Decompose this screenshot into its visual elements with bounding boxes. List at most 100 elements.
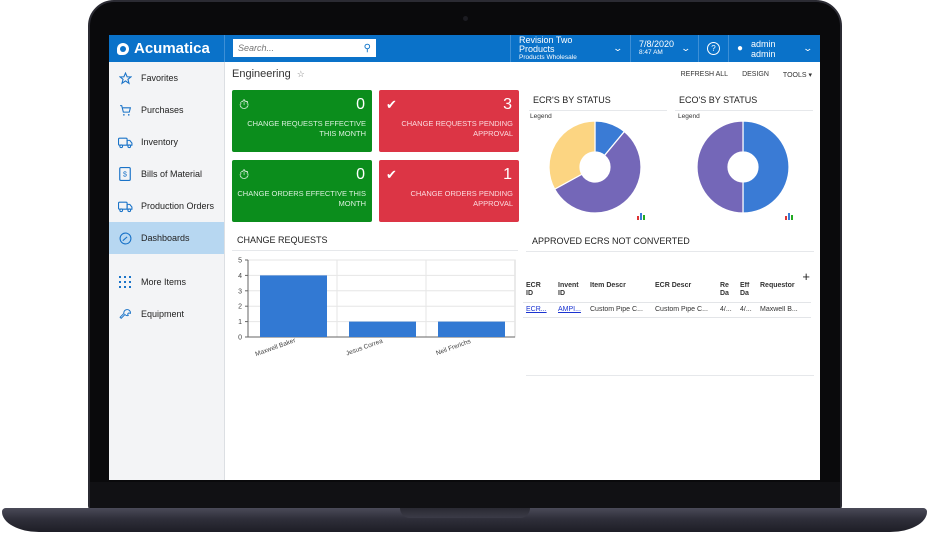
- y-tick-label: 3: [238, 288, 242, 295]
- table-cell: 4/...: [720, 305, 732, 313]
- bar[interactable]: [438, 321, 505, 337]
- column-header[interactable]: Requestor: [757, 282, 809, 299]
- badge-check-icon: ✔: [386, 97, 397, 112]
- legend-toggle[interactable]: Legend: [678, 113, 700, 120]
- dashboard-toolbar: REFRESH ALL DESIGN TOOLS ▾: [681, 71, 812, 79]
- top-bar: Acumatica ⚲ Revision Two Products Produc…: [109, 35, 820, 62]
- date-selector[interactable]: 7/8/2020 8:47 AM ⌄: [630, 35, 698, 62]
- chevron-down-icon: ⌄: [612, 43, 624, 53]
- pie-slice[interactable]: [696, 120, 744, 214]
- tile-label: CHANGE REQUESTS PENDING APPROVAL: [401, 119, 513, 138]
- x-tick-label: Maxwell Baker: [254, 337, 297, 358]
- user-menu[interactable]: ● admin admin ⌄: [728, 35, 820, 62]
- legend-toggle[interactable]: Legend: [530, 113, 552, 120]
- column-header-line: Da: [720, 290, 729, 298]
- table-row[interactable]: ECR... AMPI... Custom Pipe C... Custom Pipe…: [523, 303, 811, 319]
- table-cell: Custom Pipe C...: [590, 305, 643, 313]
- sidebar-item-bills-of-material[interactable]: $ Bills of Material: [109, 158, 224, 190]
- y-tick-label: 4: [238, 273, 242, 280]
- column-header-line: Invent: [558, 282, 579, 289]
- sidebar-item-more-items[interactable]: More Items: [109, 266, 224, 298]
- cell-link[interactable]: ECR...: [523, 306, 555, 314]
- company-selector[interactable]: Revision Two Products Products Wholesale…: [510, 35, 630, 62]
- badge-check-icon: ✔: [386, 167, 397, 182]
- svg-text:$: $: [123, 171, 127, 178]
- x-tick-label: Jesus Correa: [345, 338, 384, 358]
- app-screen: Acumatica ⚲ Revision Two Products Produc…: [109, 35, 820, 480]
- search-box[interactable]: ⚲: [233, 39, 376, 57]
- column-header-line: ID: [558, 290, 565, 298]
- tile-value: 0: [356, 166, 365, 183]
- star-icon: [117, 70, 133, 86]
- caret-down-icon: ▾: [808, 72, 812, 79]
- tile-value: 0: [356, 96, 365, 113]
- tile-co-effective[interactable]: ⏱ 0 CHANGE ORDERS EFFECTIVE THIS MONTH: [232, 160, 372, 222]
- refresh-all-button[interactable]: REFRESH ALL: [681, 71, 728, 79]
- user-name: admin admin: [751, 38, 776, 59]
- sidebar-item-dashboards[interactable]: Dashboards: [109, 222, 224, 254]
- tile-cr-effective[interactable]: ⏱ 0 CHANGE REQUESTS EFFECTIVE THIS MONTH: [232, 90, 372, 152]
- divider: [529, 110, 667, 111]
- laptop-chin: [90, 482, 840, 508]
- pie-slice[interactable]: [742, 120, 790, 214]
- cart-icon: [117, 102, 133, 118]
- branch-name: Products Wholesale: [519, 53, 577, 61]
- column-header[interactable]: ECR ID: [523, 282, 555, 299]
- pie-slice[interactable]: [548, 120, 596, 190]
- sidebar-item-equipment[interactable]: Equipment: [109, 298, 224, 330]
- tile-value: 1: [503, 166, 512, 183]
- column-header-line: Eff: [740, 282, 750, 289]
- bar[interactable]: [349, 321, 416, 337]
- sidebar-item-label: Equipment: [141, 309, 185, 319]
- ecr-status-title: ECR'S BY STATUS: [533, 95, 611, 105]
- chart-type-icon[interactable]: [785, 212, 793, 220]
- search-icon[interactable]: ⚲: [364, 43, 371, 54]
- tile-co-pending[interactable]: ✔ 1 CHANGE ORDERS PENDING APPROVAL: [379, 160, 519, 222]
- grid-body: ECR... AMPI... Custom Pipe C... Custom Pipe…: [523, 303, 811, 319]
- column-header-line: ECR Descr: [655, 282, 692, 289]
- tile-cr-pending[interactable]: ✔ 3 CHANGE REQUESTS PENDING APPROVAL: [379, 90, 519, 152]
- column-header[interactable]: Eff Da: [737, 282, 757, 299]
- user-icon: ●: [737, 43, 744, 54]
- table-cell: 4/...: [740, 305, 752, 313]
- ecr-status-pie: [548, 120, 642, 214]
- gauge-icon: [117, 230, 133, 246]
- page-title: Engineering ☆: [232, 68, 305, 80]
- design-button[interactable]: DESIGN: [742, 71, 769, 79]
- favorite-star-icon[interactable]: ☆: [297, 69, 305, 80]
- sidebar-item-label: Bills of Material: [141, 169, 203, 179]
- bar[interactable]: [260, 275, 327, 337]
- laptop-notch: [400, 508, 530, 518]
- tile-label: CHANGE ORDERS EFFECTIVE THIS MONTH: [237, 189, 366, 208]
- sidebar: Favorites Purchases Inventory $ Bills of…: [109, 62, 225, 480]
- table-cell: Maxwell B...: [760, 305, 798, 313]
- column-header[interactable]: ECR Descr: [652, 282, 717, 299]
- chart-type-icon[interactable]: [637, 212, 645, 220]
- approved-ecrs-title: APPROVED ECRS NOT CONVERTED: [532, 236, 690, 246]
- sidebar-item-purchases[interactable]: Purchases: [109, 94, 224, 126]
- sidebar-item-favorites[interactable]: Favorites: [109, 62, 224, 94]
- chevron-down-icon: ⌄: [680, 43, 692, 53]
- x-tick-label: Neil Frerichs: [435, 338, 472, 357]
- cell-link[interactable]: AMPI...: [555, 306, 587, 314]
- business-time: 8:47 AM: [639, 48, 663, 56]
- column-header-line: ID: [526, 290, 533, 298]
- table-cell: Custom Pipe C...: [655, 305, 708, 313]
- column-header[interactable]: Re Da: [717, 282, 737, 299]
- acumatica-logo-icon: [117, 42, 129, 55]
- divider: [526, 251, 814, 252]
- truck-icon: [117, 198, 133, 214]
- help-button[interactable]: ?: [698, 35, 728, 62]
- sidebar-item-production-orders[interactable]: Production Orders: [109, 190, 224, 222]
- search-input[interactable]: [238, 43, 356, 53]
- grid-dots-icon: [117, 274, 133, 290]
- column-header-line: Re: [720, 282, 729, 289]
- brand-logo[interactable]: Acumatica: [109, 35, 225, 62]
- sidebar-item-inventory[interactable]: Inventory: [109, 126, 224, 158]
- change-requests-title: CHANGE REQUESTS: [237, 235, 328, 245]
- column-header[interactable]: Item Descr: [587, 282, 652, 299]
- company-name: Revision Two Products: [519, 35, 573, 55]
- sidebar-item-label: Inventory: [141, 137, 179, 147]
- column-header[interactable]: Invent ID: [555, 282, 587, 299]
- tools-menu-button[interactable]: TOOLS ▾: [783, 71, 812, 79]
